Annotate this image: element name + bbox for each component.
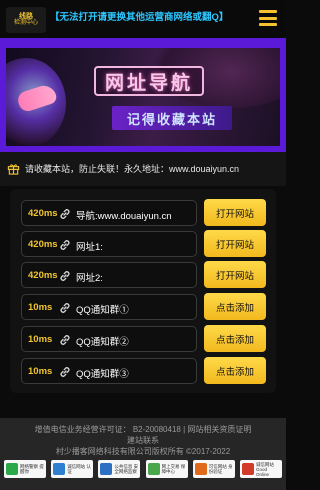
latency-label: 10ms xyxy=(28,366,53,377)
hamburger-icon[interactable] xyxy=(259,10,277,26)
logo-line2: 检测中心 xyxy=(13,20,38,26)
badge-icon xyxy=(6,463,18,475)
contact-link[interactable]: 建站联系 xyxy=(0,436,286,446)
add-group-button[interactable]: 点击添加 xyxy=(204,293,266,320)
banner-title: 网址导航 xyxy=(94,66,204,96)
gift-icon xyxy=(7,164,20,175)
logo-line1: 线路 xyxy=(19,13,33,20)
link-row: 10ms QQ通知群③ 点击添加 xyxy=(21,357,266,384)
link-text: 网址1: xyxy=(76,242,103,253)
badge-text: 可信网站 身份验证 xyxy=(208,464,233,474)
latency-label: 420ms xyxy=(28,208,58,219)
badge-text: 诚信网站 Good Online xyxy=(255,461,274,477)
notice-text: 请收藏本站，防止失联！永久地址：www.douaiyun.cn xyxy=(25,164,240,174)
open-site-button[interactable]: 打开网站 xyxy=(204,261,266,288)
badge-text: 网络警察 提醒你 xyxy=(20,464,44,474)
latency-label: 420ms xyxy=(28,270,58,281)
latency-label: 10ms xyxy=(28,302,53,313)
link-icon xyxy=(60,209,70,219)
link-box[interactable]: 10ms QQ通知群① xyxy=(21,294,197,320)
link-row: 10ms QQ通知群② 点击添加 xyxy=(21,325,266,352)
trust-badge[interactable]: 诚信网站 Good Online xyxy=(239,460,282,478)
trust-badge[interactable]: 诚信网站 认证 xyxy=(51,460,94,478)
trust-badge[interactable]: 可信网站 身份验证 xyxy=(192,460,235,478)
link-icon xyxy=(60,367,70,377)
badge-text: 公共信息 安全网络监察 xyxy=(114,464,139,474)
badge-icon xyxy=(53,463,66,475)
link-text: 导航:www.douaiyun.cn xyxy=(76,211,172,222)
latency-label: 10ms xyxy=(28,334,53,345)
link-text: QQ通知群③ xyxy=(76,369,129,380)
link-row: 10ms QQ通知群① 点击添加 xyxy=(21,293,266,320)
link-box[interactable]: 420ms 导航:www.douaiyun.cn xyxy=(21,200,197,226)
trust-badge[interactable]: 网上交易 保障中心 xyxy=(145,460,188,478)
latency-label: 420ms xyxy=(28,239,58,250)
link-row: 420ms 网址1: 打开网站 xyxy=(21,230,266,257)
badge-icon xyxy=(194,463,207,475)
link-icon xyxy=(60,303,70,313)
page: 线路 检测中心 【无法打开请更换其他运营商网络或翻Q】 网址导航 记得收藏本站 … xyxy=(0,0,286,490)
badge-text: 诚信网站 认证 xyxy=(67,464,91,474)
logo[interactable]: 线路 检测中心 xyxy=(6,7,46,33)
trust-badge[interactable]: 网络警察 提醒你 xyxy=(4,460,46,478)
link-box[interactable]: 420ms 网址2: xyxy=(21,262,197,288)
notice-bar: 请收藏本站，防止失联！永久地址：www.douaiyun.cn xyxy=(0,152,286,186)
license-text[interactable]: 增值电信业务经营许可证： B2-20080418 | 网站相关资质证明 xyxy=(0,425,286,435)
copyright-text: 村少播客网络科技有限公司版权所有 ©2017-2022 xyxy=(55,447,231,456)
link-box[interactable]: 420ms 网址1: xyxy=(21,231,197,257)
link-row: 420ms 网址2: 打开网站 xyxy=(21,261,266,288)
trust-badges: 网络警察 提醒你 诚信网站 认证 公共信息 安全网络监察 网上交易 保障中心 可… xyxy=(4,460,282,478)
banner: 网址导航 记得收藏本站 xyxy=(6,48,280,146)
link-text: QQ通知群② xyxy=(76,337,129,348)
link-icon xyxy=(60,271,70,281)
add-group-button[interactable]: 点击添加 xyxy=(204,357,266,384)
link-icon xyxy=(60,240,70,250)
badge-text: 网上交易 保障中心 xyxy=(161,464,186,474)
link-icon xyxy=(60,335,70,345)
marquee-notice: 【无法打开请更换其他运营商网络或翻Q】 xyxy=(50,12,229,23)
add-group-button[interactable]: 点击添加 xyxy=(204,325,266,352)
badge-icon xyxy=(147,463,160,475)
trust-badge[interactable]: 公共信息 安全网络监察 xyxy=(98,460,141,478)
badge-icon xyxy=(241,463,254,475)
link-text: 网址2: xyxy=(76,273,103,284)
badge-icon xyxy=(100,463,113,475)
link-box[interactable]: 10ms QQ通知群③ xyxy=(21,358,197,384)
link-row: 420ms 导航:www.douaiyun.cn 打开网站 xyxy=(21,199,266,226)
header: 线路 检测中心 【无法打开请更换其他运营商网络或翻Q】 xyxy=(0,0,286,38)
open-site-button[interactable]: 打开网站 xyxy=(204,199,266,226)
open-site-button[interactable]: 打开网站 xyxy=(204,230,266,257)
link-text: QQ通知群① xyxy=(76,305,129,316)
footer: 增值电信业务经营许可证： B2-20080418 | 网站相关资质证明 建站联系… xyxy=(0,418,286,490)
banner-subtitle: 记得收藏本站 xyxy=(112,106,232,130)
link-box[interactable]: 10ms QQ通知群② xyxy=(21,326,197,352)
